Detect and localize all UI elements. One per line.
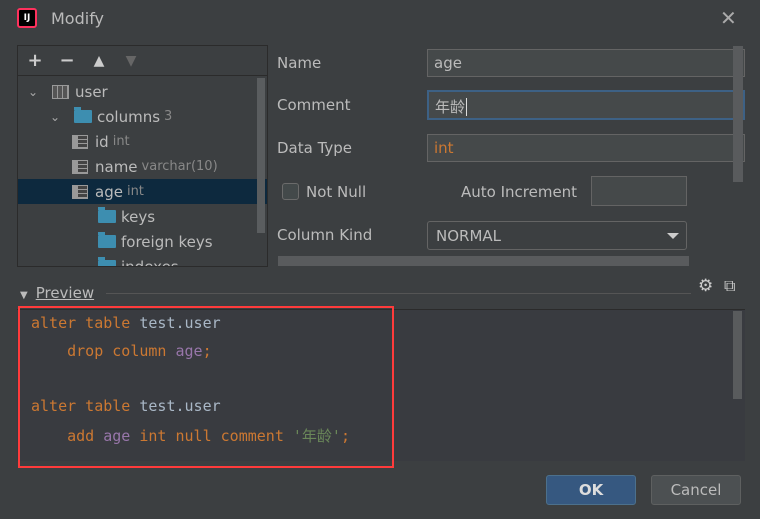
tree-item-label: indexes xyxy=(121,257,179,267)
move-down-icon[interactable]: ▼ xyxy=(122,53,140,69)
tree-item[interactable]: ⌄ columns 3 xyxy=(18,104,267,129)
tree-item-hint: varchar(10) xyxy=(141,159,218,174)
tree-toolbar: + − ▲ ▼ xyxy=(18,46,267,76)
tree-item[interactable]: age int xyxy=(18,179,267,204)
chevron-down-icon xyxy=(667,233,679,239)
gear-icon[interactable]: ⚙ xyxy=(698,276,713,296)
name-input[interactable]: age xyxy=(427,49,745,77)
tree-item-hint: int xyxy=(112,134,130,149)
tree-item-label: columns xyxy=(97,107,161,126)
remove-icon[interactable]: − xyxy=(58,50,76,71)
form-horizontal-scrollbar[interactable] xyxy=(278,256,689,266)
tree-item-label: name xyxy=(95,157,138,176)
structure-tree: + − ▲ ▼ ⌄ user ⌄ columns 3 id int name varchar(1… xyxy=(17,45,268,267)
window-title: Modify xyxy=(51,9,105,28)
folder-icon xyxy=(74,107,92,123)
tree-scrollbar[interactable] xyxy=(257,78,265,233)
tree-item-hint: int xyxy=(126,184,144,199)
form-scrollbar[interactable] xyxy=(733,46,743,182)
folder-icon xyxy=(98,257,116,266)
not-null-checkbox[interactable] xyxy=(282,183,299,200)
column-icon xyxy=(72,184,88,199)
not-null-label: Not Null xyxy=(306,183,367,201)
folder-icon xyxy=(98,207,116,223)
close-icon[interactable]: ✕ xyxy=(720,6,737,30)
tree-item[interactable]: indexes xyxy=(18,254,267,267)
add-icon[interactable]: + xyxy=(26,50,44,71)
column-kind-label: Column Kind xyxy=(277,226,373,244)
editor-scrollbar[interactable] xyxy=(733,311,742,399)
column-kind-select[interactable]: NORMAL xyxy=(427,221,687,250)
ok-button[interactable]: OK xyxy=(546,475,636,505)
table-icon xyxy=(52,84,69,99)
tree-item[interactable]: ⌄ user xyxy=(18,79,267,104)
auto-increment-input[interactable] xyxy=(591,176,687,206)
title-bar: IJ Modify ✕ xyxy=(0,0,760,38)
tree-item[interactable]: name varchar(10) xyxy=(18,154,267,179)
chevron-down-icon[interactable]: ⌄ xyxy=(28,85,42,99)
column-icon xyxy=(72,159,88,174)
column-icon xyxy=(72,134,88,149)
tree-item-label: age xyxy=(95,182,123,201)
highlight-box xyxy=(18,306,394,468)
auto-increment-label: Auto Increment xyxy=(461,183,578,201)
comment-input[interactable]: 年龄 xyxy=(427,90,745,120)
move-up-icon[interactable]: ▲ xyxy=(90,53,108,69)
open-external-icon[interactable]: ⧉ xyxy=(724,276,735,296)
tree-item[interactable]: keys xyxy=(18,204,267,229)
preview-toggle[interactable]: ▼ Preview xyxy=(20,284,94,302)
app-icon: IJ xyxy=(17,8,37,28)
comment-label: Comment xyxy=(277,96,351,114)
tree-item-label: user xyxy=(75,82,108,101)
divider xyxy=(106,293,691,294)
comment-value: 年龄 xyxy=(435,98,466,116)
tree-item-hint: 3 xyxy=(164,109,173,124)
tree-item-label: foreign keys xyxy=(121,232,213,251)
tree-item-label: id xyxy=(95,132,109,151)
collapse-triangle-icon: ▼ xyxy=(20,290,28,301)
folder-icon xyxy=(98,232,116,248)
tree-item[interactable]: id int xyxy=(18,129,267,154)
chevron-down-icon[interactable]: ⌄ xyxy=(50,110,64,124)
tree-item[interactable]: foreign keys xyxy=(18,229,267,254)
data-type-input[interactable]: int xyxy=(427,134,745,162)
data-type-label: Data Type xyxy=(277,139,353,157)
name-label: Name xyxy=(277,54,322,72)
preview-label: Preview xyxy=(35,284,95,302)
cancel-button[interactable]: Cancel xyxy=(651,475,741,505)
tree-item-label: keys xyxy=(121,207,156,226)
